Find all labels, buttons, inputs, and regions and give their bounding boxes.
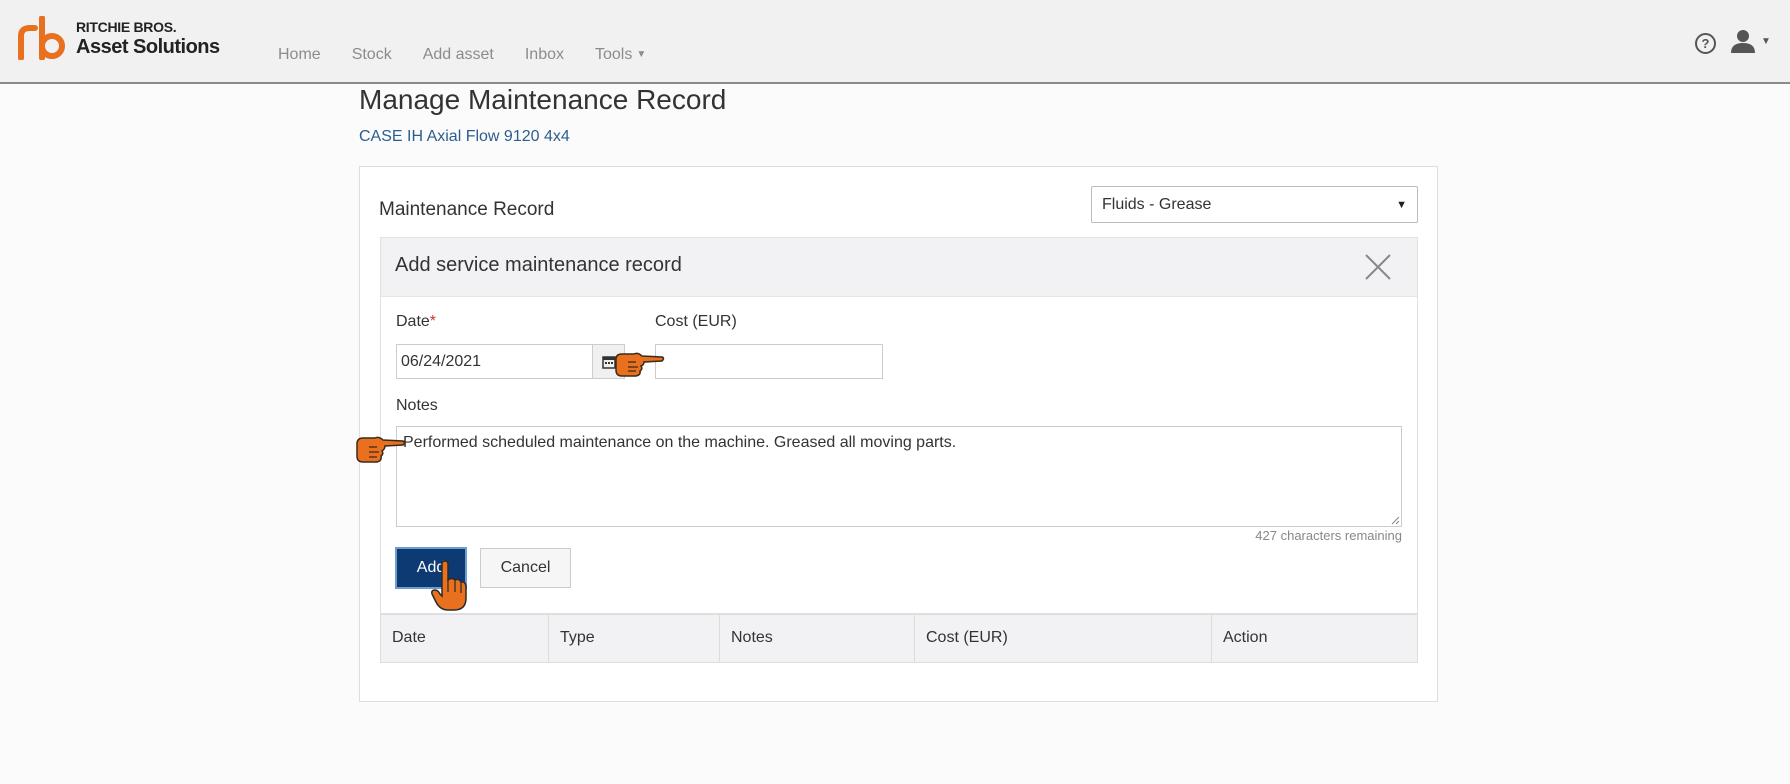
chevron-down-icon: ▼ — [1396, 198, 1407, 211]
rb-logo-icon — [18, 16, 65, 60]
maintenance-type-selected: Fluids - Grease — [1102, 195, 1212, 213]
date-label: Date* — [396, 313, 436, 331]
characters-remaining: 427 characters remaining — [1255, 528, 1402, 543]
user-menu[interactable]: ▼ — [1730, 28, 1771, 54]
top-navbar: RITCHIE BROS. Asset Solutions Home Stock… — [0, 0, 1790, 84]
cost-label: Cost (EUR) — [655, 313, 737, 330]
records-table-header: Date Type Notes Cost (EUR) Action — [380, 614, 1418, 663]
maintenance-type-select[interactable]: Fluids - Grease ▼ — [1091, 186, 1418, 223]
close-icon[interactable] — [1363, 252, 1393, 282]
date-input[interactable] — [396, 344, 593, 379]
ritchie-bros-logo[interactable]: RITCHIE BROS. Asset Solutions — [18, 16, 220, 60]
cost-input[interactable] — [655, 344, 883, 379]
column-header-notes[interactable]: Notes — [720, 615, 915, 662]
maintenance-record-label: Maintenance Record — [379, 199, 555, 220]
pointing-hand-icon — [356, 436, 406, 463]
cancel-button[interactable]: Cancel — [480, 548, 571, 588]
panel-title: Add service maintenance record — [395, 254, 682, 276]
nav-stock[interactable]: Stock — [352, 46, 392, 64]
page-title: Manage Maintenance Record — [359, 84, 727, 115]
date-label-text: Date — [396, 313, 430, 330]
question-circle-icon[interactable]: ? — [1695, 33, 1716, 54]
column-header-date[interactable]: Date — [381, 615, 549, 662]
nav-tools-label: Tools — [595, 46, 633, 63]
column-header-type[interactable]: Type — [549, 615, 720, 662]
asset-name-link[interactable]: CASE IH Axial Flow 9120 4x4 — [359, 128, 570, 146]
notes-textarea[interactable]: Performed scheduled maintenance on the m… — [396, 426, 1402, 527]
nav-add-asset[interactable]: Add asset — [423, 46, 494, 64]
resize-grip-icon[interactable] — [1390, 515, 1400, 525]
required-marker: * — [429, 313, 437, 330]
main-nav: Home Stock Add asset Inbox Tools ▼ — [278, 46, 677, 64]
hand-cursor-icon — [431, 560, 467, 611]
nav-tools[interactable]: Tools ▼ — [595, 46, 646, 64]
column-header-action: Action — [1223, 629, 1268, 646]
nav-inbox[interactable]: Inbox — [525, 46, 564, 64]
nav-home[interactable]: Home — [278, 46, 321, 64]
caret-down-icon: ▼ — [636, 49, 647, 60]
pointing-hand-icon — [615, 352, 665, 377]
brand-name-line2: Asset Solutions — [76, 35, 220, 58]
notes-label: Notes — [396, 397, 438, 414]
column-header-cost[interactable]: Cost (EUR) — [915, 615, 1212, 662]
user-icon — [1731, 30, 1755, 53]
brand-name-line1: RITCHIE BROS. — [76, 18, 177, 35]
caret-down-icon: ▼ — [1761, 35, 1771, 47]
